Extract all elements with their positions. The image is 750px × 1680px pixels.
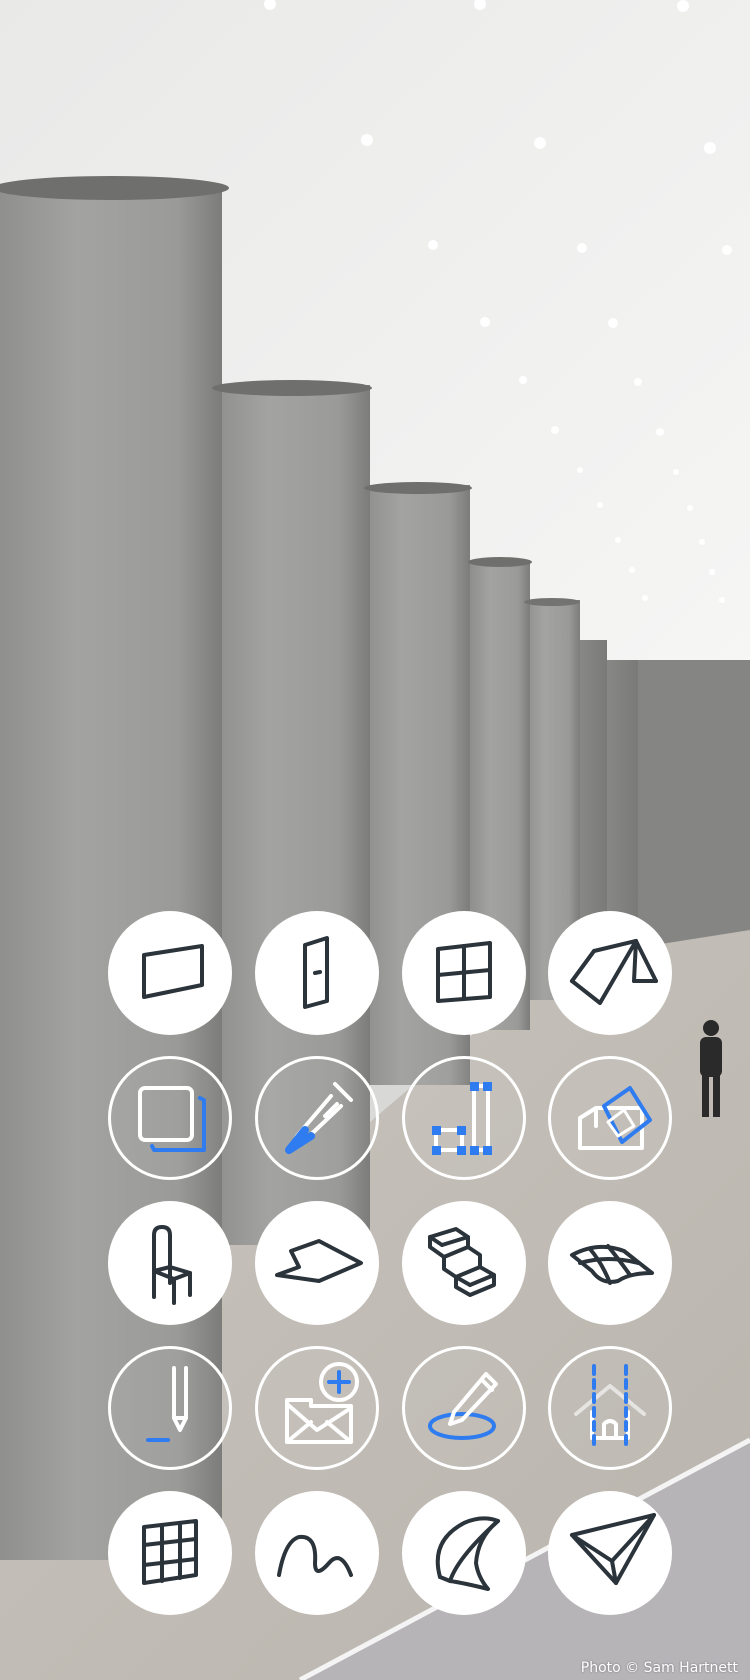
eyedropper-tool-button[interactable] — [255, 1056, 379, 1180]
chair-icon — [152, 1225, 192, 1305]
mesh-surface-tool-button[interactable] — [548, 1201, 672, 1325]
pencil-ring-icon — [428, 1372, 498, 1440]
tool-grid — [0, 0, 750, 1680]
house-section-icon — [574, 1364, 646, 1450]
roof-icon — [570, 939, 658, 1005]
section-tool-button[interactable] — [548, 1346, 672, 1470]
add-envelope-icon — [285, 1362, 359, 1444]
furniture-tool-button[interactable] — [108, 1201, 232, 1325]
text-pen-icon — [146, 1366, 188, 1442]
curtain-wall-tool-button[interactable] — [108, 1491, 232, 1615]
rotate-object-icon — [578, 1086, 652, 1150]
shell-tool-button[interactable] — [402, 1491, 526, 1615]
freeform-tool-button[interactable] — [255, 1491, 379, 1615]
roof-tool-button[interactable] — [548, 911, 672, 1035]
door-tool-button[interactable] — [255, 911, 379, 1035]
slab-edge-tool-button[interactable] — [108, 1056, 232, 1180]
window-tool-button[interactable] — [402, 911, 526, 1035]
stair-tool-button[interactable] — [402, 1201, 526, 1325]
send-icon — [570, 1513, 656, 1585]
text-tool-button[interactable] — [108, 1346, 232, 1470]
add-message-tool-button[interactable] — [255, 1346, 379, 1470]
shell-icon — [435, 1516, 500, 1591]
floor-slab-tool-button[interactable] — [255, 1201, 379, 1325]
photo-credit: Photo © Sam Hartnett — [580, 1660, 738, 1676]
door-icon — [303, 936, 329, 1009]
mesh-surface-icon — [570, 1244, 654, 1285]
window-icon — [436, 941, 492, 1003]
sketch-tool-button[interactable] — [402, 1346, 526, 1470]
freeform-curve-icon — [277, 1534, 353, 1577]
wall-icon — [142, 944, 204, 999]
align-objects-tool-button[interactable] — [402, 1056, 526, 1180]
floor-slab-icon — [275, 1239, 363, 1283]
stair-icon — [428, 1227, 496, 1297]
send-tool-button[interactable] — [548, 1491, 672, 1615]
rotate-object-tool-button[interactable] — [548, 1056, 672, 1180]
align-objects-icon — [432, 1082, 492, 1155]
curtain-wall-icon — [142, 1519, 198, 1585]
slab-edge-icon — [138, 1086, 206, 1152]
wall-tool-button[interactable] — [108, 911, 232, 1035]
eyedropper-icon — [285, 1082, 353, 1154]
